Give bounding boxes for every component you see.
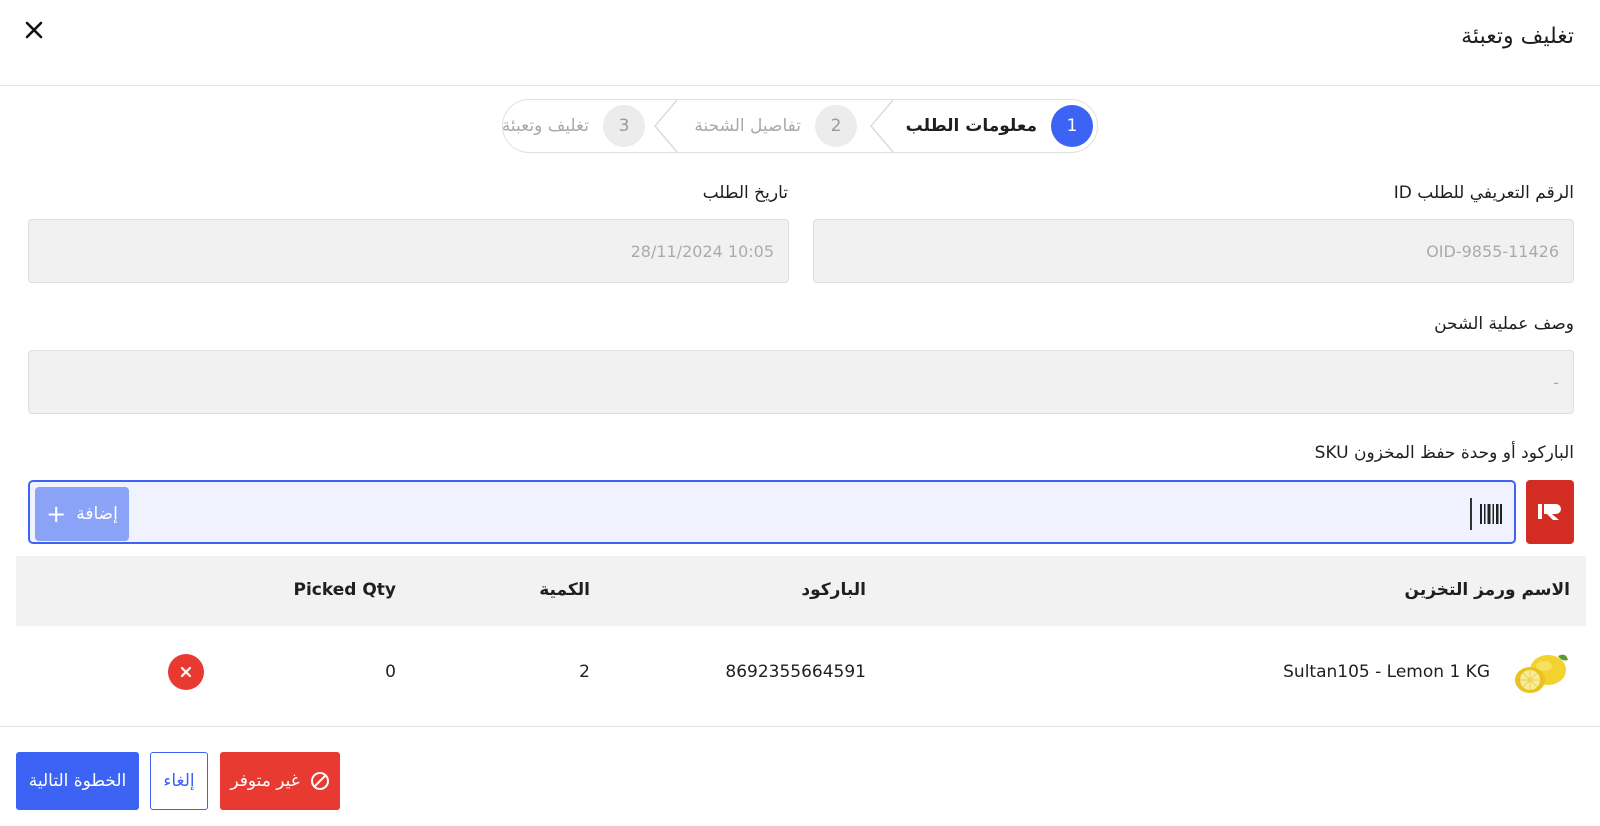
- barcode-icon: [1480, 504, 1502, 524]
- items-table-header: الاسم ورمز التخزين الباركود الكمية Picke…: [16, 556, 1586, 626]
- next-step-label: الخطوة التالية: [28, 771, 127, 791]
- order-id-value: OID-9855-11426: [1426, 241, 1559, 261]
- not-available-button[interactable]: غير متوفر: [220, 752, 340, 810]
- cancel-label: إلغاء: [163, 771, 195, 791]
- order-date-label: تاريخ الطلب: [702, 183, 788, 203]
- step-label: معلومات الطلب: [905, 116, 1037, 136]
- step-shipment-details[interactable]: 2 تفاصيل الشحنة: [694, 100, 857, 152]
- add-button-label: إضافة: [76, 504, 118, 524]
- brand-scan-button[interactable]: [1526, 480, 1574, 544]
- modal-title: تغليف وتعبئة: [1461, 24, 1574, 49]
- barcode-scan-row: + إضافة: [28, 480, 1574, 544]
- plus-icon: +: [46, 500, 67, 528]
- product-image: [1515, 654, 1568, 693]
- column-quantity: الكمية: [539, 580, 590, 600]
- brand-logo-icon: [1538, 504, 1561, 520]
- step-label: تفاصيل الشحنة: [694, 116, 801, 136]
- footer-divider: [0, 726, 1600, 727]
- step-separator: [654, 100, 678, 152]
- step-number: 3: [603, 105, 645, 147]
- shipping-description-label: وصف عملية الشحن: [1434, 314, 1574, 334]
- item-quantity: 2: [579, 662, 590, 682]
- order-id-label: الرقم التعريفي للطلب ID: [1393, 183, 1574, 203]
- order-date-value: 10:05 28/11/2024: [630, 241, 774, 261]
- step-order-info[interactable]: 1 معلومات الطلب: [906, 100, 1093, 152]
- table-row: Sultan105 - Lemon 1 KG 8692355664591 2 0: [16, 626, 1586, 720]
- step-label: تغليف وتعبئة: [502, 116, 589, 136]
- shipping-description-value: -: [1553, 372, 1559, 392]
- close-circle-icon: [180, 666, 192, 678]
- add-button[interactable]: + إضافة: [35, 487, 129, 541]
- next-step-button[interactable]: الخطوة التالية: [16, 752, 139, 810]
- column-picked-qty: Picked Qty: [293, 580, 397, 600]
- text-cursor: [1470, 498, 1472, 530]
- cancel-button[interactable]: إلغاء: [150, 752, 208, 810]
- ban-icon: [310, 772, 329, 790]
- order-id-field: OID-9855-11426: [813, 219, 1574, 283]
- step-number: 2: [815, 105, 857, 147]
- modal-header: تغليف وتعبئة: [0, 0, 1600, 86]
- step-number: 1: [1051, 105, 1093, 147]
- item-name: Sultan105 - Lemon 1 KG: [1283, 662, 1490, 682]
- step-packing[interactable]: 3 تغليف وتعبئة: [502, 100, 645, 152]
- order-date-field: 10:05 28/11/2024: [28, 219, 789, 283]
- barcode-sku-input[interactable]: + إضافة: [28, 480, 1516, 544]
- item-picked-qty: 0: [385, 662, 396, 682]
- close-button[interactable]: [20, 16, 48, 44]
- stepper: 1 معلومات الطلب 2 تفاصيل الشحنة 3 تغليف …: [502, 99, 1098, 153]
- remove-item-button[interactable]: [168, 654, 204, 690]
- step-separator: [870, 100, 894, 152]
- item-barcode: 8692355664591: [725, 662, 866, 682]
- not-available-label: غير متوفر: [230, 771, 300, 791]
- column-name-sku: الاسم ورمز التخزين: [1404, 580, 1570, 600]
- barcode-sku-label: الباركود أو وحدة حفظ المخزون SKU: [1314, 443, 1574, 463]
- column-barcode: الباركود: [801, 580, 866, 600]
- close-icon: [25, 21, 43, 39]
- shipping-description-field: -: [28, 350, 1574, 414]
